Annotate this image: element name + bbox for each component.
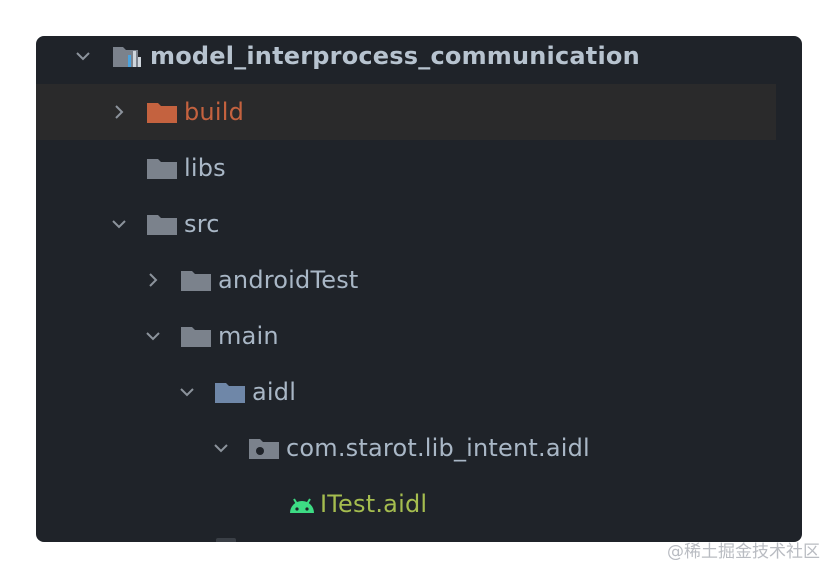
watermark: @稀土掘金技术社区 (667, 542, 820, 562)
tree-row-build[interactable]: build (36, 84, 776, 140)
partial-next-row (216, 538, 236, 542)
chevron-down-icon[interactable] (210, 420, 232, 476)
tree-row-label: src (184, 210, 220, 238)
chevron-down-icon[interactable] (176, 364, 198, 420)
tree-row-root-module[interactable]: model_interprocess_communication (36, 36, 802, 84)
tree-row-label: build (184, 98, 245, 126)
project-tool-window: model_interprocess_communication build l… (36, 36, 802, 542)
folder-icon (180, 267, 212, 293)
tree-row-package[interactable]: com.starot.lib_intent.aidl (36, 420, 802, 476)
tree-row-label: libs (184, 154, 226, 182)
chevron-right-icon[interactable] (108, 84, 130, 140)
folder-icon (146, 211, 178, 237)
chevron-down-icon[interactable] (142, 308, 164, 364)
module-folder-icon (112, 43, 144, 69)
tree-row-label: aidl (252, 378, 297, 406)
project-tree: model_interprocess_communication build l… (36, 36, 802, 532)
tree-row-label: com.starot.lib_intent.aidl (286, 434, 590, 462)
tree-row-itest-aidl[interactable]: ITest.aidl (36, 476, 802, 532)
tree-row-label: model_interprocess_communication (150, 42, 640, 70)
folder-icon (146, 155, 178, 181)
tree-row-label: androidTest (218, 266, 359, 294)
chevron-down-icon[interactable] (108, 196, 130, 252)
tree-row-androidtest[interactable]: androidTest (36, 252, 802, 308)
chevron-right-icon[interactable] (142, 252, 164, 308)
tree-row-src[interactable]: src (36, 196, 802, 252)
package-icon (248, 435, 280, 461)
tree-row-label: main (218, 322, 279, 350)
tree-row-label: ITest.aidl (320, 490, 428, 518)
chevron-down-icon[interactable] (72, 36, 94, 84)
folder-icon (180, 323, 212, 349)
source-folder-icon (214, 379, 246, 405)
tree-row-main[interactable]: main (36, 308, 802, 364)
tree-row-aidl[interactable]: aidl (36, 364, 802, 420)
excluded-folder-icon (146, 99, 178, 125)
android-icon (286, 491, 318, 517)
tree-row-libs[interactable]: libs (36, 140, 802, 196)
